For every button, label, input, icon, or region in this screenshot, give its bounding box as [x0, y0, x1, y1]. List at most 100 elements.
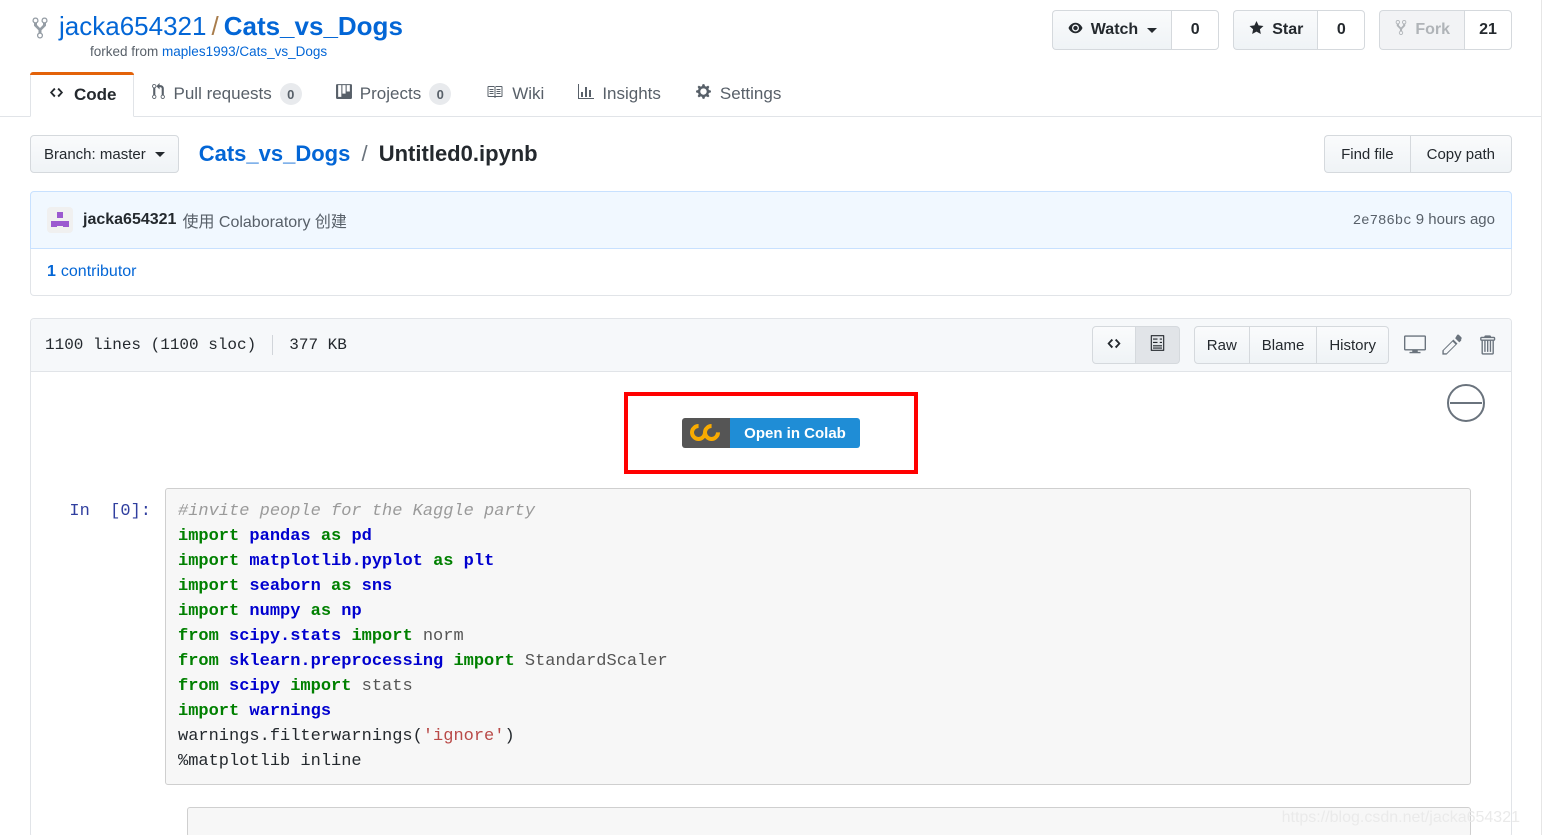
view-rendered-button[interactable]: [1135, 326, 1180, 364]
page-title: jacka654321 / Cats_vs_Dogs: [30, 10, 403, 42]
fork-button[interactable]: Fork: [1379, 10, 1464, 50]
chevron-down-icon: [1147, 27, 1158, 33]
watch-button[interactable]: Watch: [1051, 10, 1172, 50]
star-label: Star: [1272, 21, 1304, 38]
tab-insights[interactable]: Insights: [561, 71, 678, 116]
avatar: [47, 207, 73, 233]
watch-label: Watch: [1090, 21, 1139, 38]
history-button[interactable]: History: [1317, 326, 1389, 364]
fork-count[interactable]: 21: [1464, 10, 1512, 50]
breadcrumb-repo-link[interactable]: Cats_vs_Dogs: [199, 141, 351, 166]
circle-minus-icon[interactable]: [1447, 384, 1485, 422]
github-file-page: jacka654321 / Cats_vs_Dogs forked from m…: [0, 0, 1542, 835]
notebook-cell-next[interactable]: [187, 807, 1471, 835]
forked-from-link[interactable]: maples1993/Cats_vs_Dogs: [162, 44, 327, 59]
eye-icon: [1067, 21, 1084, 40]
notebook-cell: In [0]: #invite people for the Kaggle pa…: [31, 488, 1511, 785]
file-size: 377 KB: [289, 336, 347, 354]
git-pull-request-icon: [151, 83, 166, 105]
tab-pull-requests-label: Pull requests: [173, 84, 272, 103]
book-icon: [485, 84, 504, 105]
star-count[interactable]: 0: [1317, 10, 1366, 50]
tab-settings[interactable]: Settings: [678, 71, 798, 116]
find-file-button[interactable]: Find file: [1324, 135, 1410, 173]
tab-code[interactable]: Code: [30, 72, 134, 117]
file-navigation: Branch: master Cats_vs_Dogs / Untitled0.…: [0, 117, 1542, 173]
code-line: import pandas as pd: [178, 527, 372, 546]
contributors-label: contributor: [60, 263, 137, 280]
pencil-icon[interactable]: [1441, 334, 1463, 356]
file-line-count: 1100 lines (1100 sloc): [45, 336, 257, 354]
fork-label: Fork: [1415, 21, 1450, 38]
breadcrumb-separator: /: [361, 141, 368, 166]
file-stats: 1100 lines (1100 sloc) 377 KB: [45, 335, 347, 355]
open-in-colab-button[interactable]: Open in Colab: [682, 418, 860, 448]
cell-prompt: In [0]:: [69, 502, 151, 521]
latest-commit-bar: jacka654321 使用 Colaboratory 创建 2e786bc 9…: [30, 191, 1512, 249]
project-board-icon: [335, 83, 352, 105]
notebook-render: Open in Colab In [0]: #invite people for…: [31, 372, 1511, 835]
watch-button-group: Watch 0: [1051, 10, 1220, 50]
star-button[interactable]: Star: [1233, 10, 1318, 50]
code-line: %matplotlib inline: [178, 752, 362, 771]
code-line: from scipy import stats: [178, 677, 413, 696]
colab-highlight-annotation: Open in Colab: [624, 392, 918, 474]
code-line: import seaborn as sns: [178, 577, 393, 596]
tab-wiki[interactable]: Wiki: [468, 71, 561, 116]
colab-logo-icon: [682, 418, 731, 448]
repo-owner-link[interactable]: jacka654321: [59, 10, 206, 42]
view-source-button[interactable]: [1091, 326, 1136, 364]
fork-icon: [1394, 19, 1408, 41]
chevron-down-icon: [154, 151, 165, 157]
breadcrumb-filename: Untitled0.ipynb: [378, 141, 538, 166]
branch-label: Branch: master: [44, 145, 146, 163]
code-line: warnings.filterwarnings('ignore'): [178, 727, 515, 746]
code-line: import warnings: [178, 702, 332, 721]
colab-badge-wrapper: Open in Colab: [31, 392, 1511, 474]
tab-projects-label: Projects: [359, 84, 422, 103]
file-header: 1100 lines (1100 sloc) 377 KB Raw Blame …: [31, 319, 1511, 372]
repo-title-separator: /: [211, 11, 219, 41]
code-icon: [1105, 336, 1123, 355]
gear-icon: [695, 83, 712, 105]
watch-count[interactable]: 0: [1171, 10, 1220, 50]
open-in-colab-label: Open in Colab: [730, 418, 860, 448]
contributors-count: 1: [47, 263, 56, 280]
file-actions: Raw Blame History: [1091, 326, 1497, 364]
tab-wiki-label: Wiki: [512, 84, 545, 103]
graph-icon: [578, 83, 595, 105]
file-stats-divider: [272, 335, 274, 355]
commit-meta: 2e786bc 9 hours ago: [1353, 211, 1495, 229]
code-icon: [47, 85, 66, 105]
star-icon: [1248, 20, 1265, 41]
tab-insights-label: Insights: [602, 84, 661, 103]
raw-button[interactable]: Raw: [1193, 326, 1250, 364]
breadcrumb: Cats_vs_Dogs / Untitled0.ipynb: [199, 141, 538, 167]
tab-code-label: Code: [74, 84, 117, 104]
copy-path-button[interactable]: Copy path: [1409, 135, 1512, 173]
desktop-download-icon[interactable]: [1403, 334, 1427, 356]
fork-button-group: Fork 21: [1379, 10, 1512, 50]
fork-icon: [30, 15, 50, 41]
code-line: from scipy.stats import norm: [178, 627, 464, 646]
blame-button[interactable]: Blame: [1249, 326, 1318, 364]
commit-sha[interactable]: 2e786bc: [1353, 213, 1412, 229]
code-line: import numpy as np: [178, 602, 362, 621]
contributors-bar[interactable]: 1 contributor: [30, 249, 1512, 296]
code-line: from sklearn.preprocessing import Standa…: [178, 652, 668, 671]
tab-pull-requests-count: 0: [279, 83, 302, 105]
commit-message[interactable]: 使用 Colaboratory 创建: [182, 208, 347, 232]
code-line: import matplotlib.pyplot as plt: [178, 552, 495, 571]
trash-icon[interactable]: [1477, 334, 1497, 356]
branch-select-button[interactable]: Branch: master: [30, 135, 179, 173]
commit-author[interactable]: jacka654321: [83, 211, 176, 229]
tab-projects[interactable]: Projects 0: [319, 71, 468, 116]
file-icon: [1150, 334, 1165, 356]
commit-time: 9 hours ago: [1415, 211, 1495, 228]
view-mode-toggle: [1091, 326, 1180, 364]
forked-from-label: forked from: [90, 44, 159, 59]
tab-pull-requests[interactable]: Pull requests 0: [134, 71, 319, 116]
tab-settings-label: Settings: [719, 84, 782, 103]
code-input-area[interactable]: #invite people for the Kaggle party impor…: [165, 488, 1471, 785]
repo-name-link[interactable]: Cats_vs_Dogs: [224, 10, 403, 42]
